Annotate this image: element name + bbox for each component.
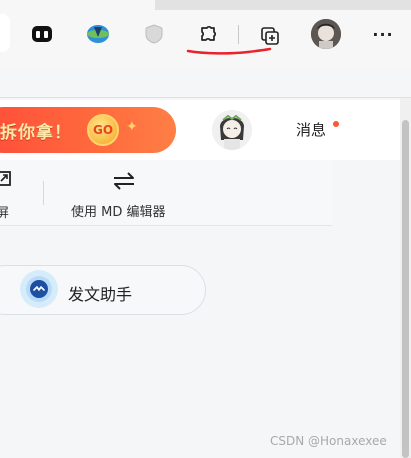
md-editor-label[interactable]: 使用 MD 编辑器	[71, 201, 166, 220]
switch-editor-icon[interactable]	[112, 171, 136, 191]
scrollbar-thumb[interactable]	[402, 120, 409, 458]
sparkle-icon: ✦	[126, 119, 138, 135]
download-manager-icon[interactable]	[84, 20, 112, 48]
extensions-puzzle-icon[interactable]	[195, 20, 223, 48]
editor-toolbar	[0, 160, 332, 226]
assistant-icon	[20, 270, 58, 308]
user-avatar[interactable]	[212, 110, 252, 150]
profile-avatar[interactable]	[311, 19, 341, 49]
promo-go-badge: GO	[87, 114, 119, 146]
extension-app-icon[interactable]	[28, 20, 56, 48]
promo-text: 拆你拿！	[0, 123, 72, 143]
annotation-underline	[186, 47, 272, 55]
notification-dot	[333, 121, 339, 127]
watermark: CSDN @Honaxexee	[270, 434, 387, 448]
shield-extension-icon[interactable]	[140, 20, 168, 48]
toolbar-separator	[238, 25, 239, 44]
messages-link[interactable]: 消息	[296, 119, 326, 140]
editor-toolbar-divider	[0, 225, 332, 226]
fullscreen-icon[interactable]	[0, 171, 12, 187]
address-bar-end[interactable]	[0, 14, 10, 52]
promo-banner[interactable]: 拆你拿！ GO ✦	[0, 107, 176, 153]
more-menu-icon[interactable]: ···	[369, 20, 397, 48]
tab-strip-edge	[155, 0, 411, 10]
toolbar-separator	[43, 181, 44, 205]
assistant-label: 发文助手	[68, 285, 133, 304]
collections-icon[interactable]	[256, 20, 284, 48]
fullscreen-label[interactable]: 屏	[0, 202, 9, 221]
